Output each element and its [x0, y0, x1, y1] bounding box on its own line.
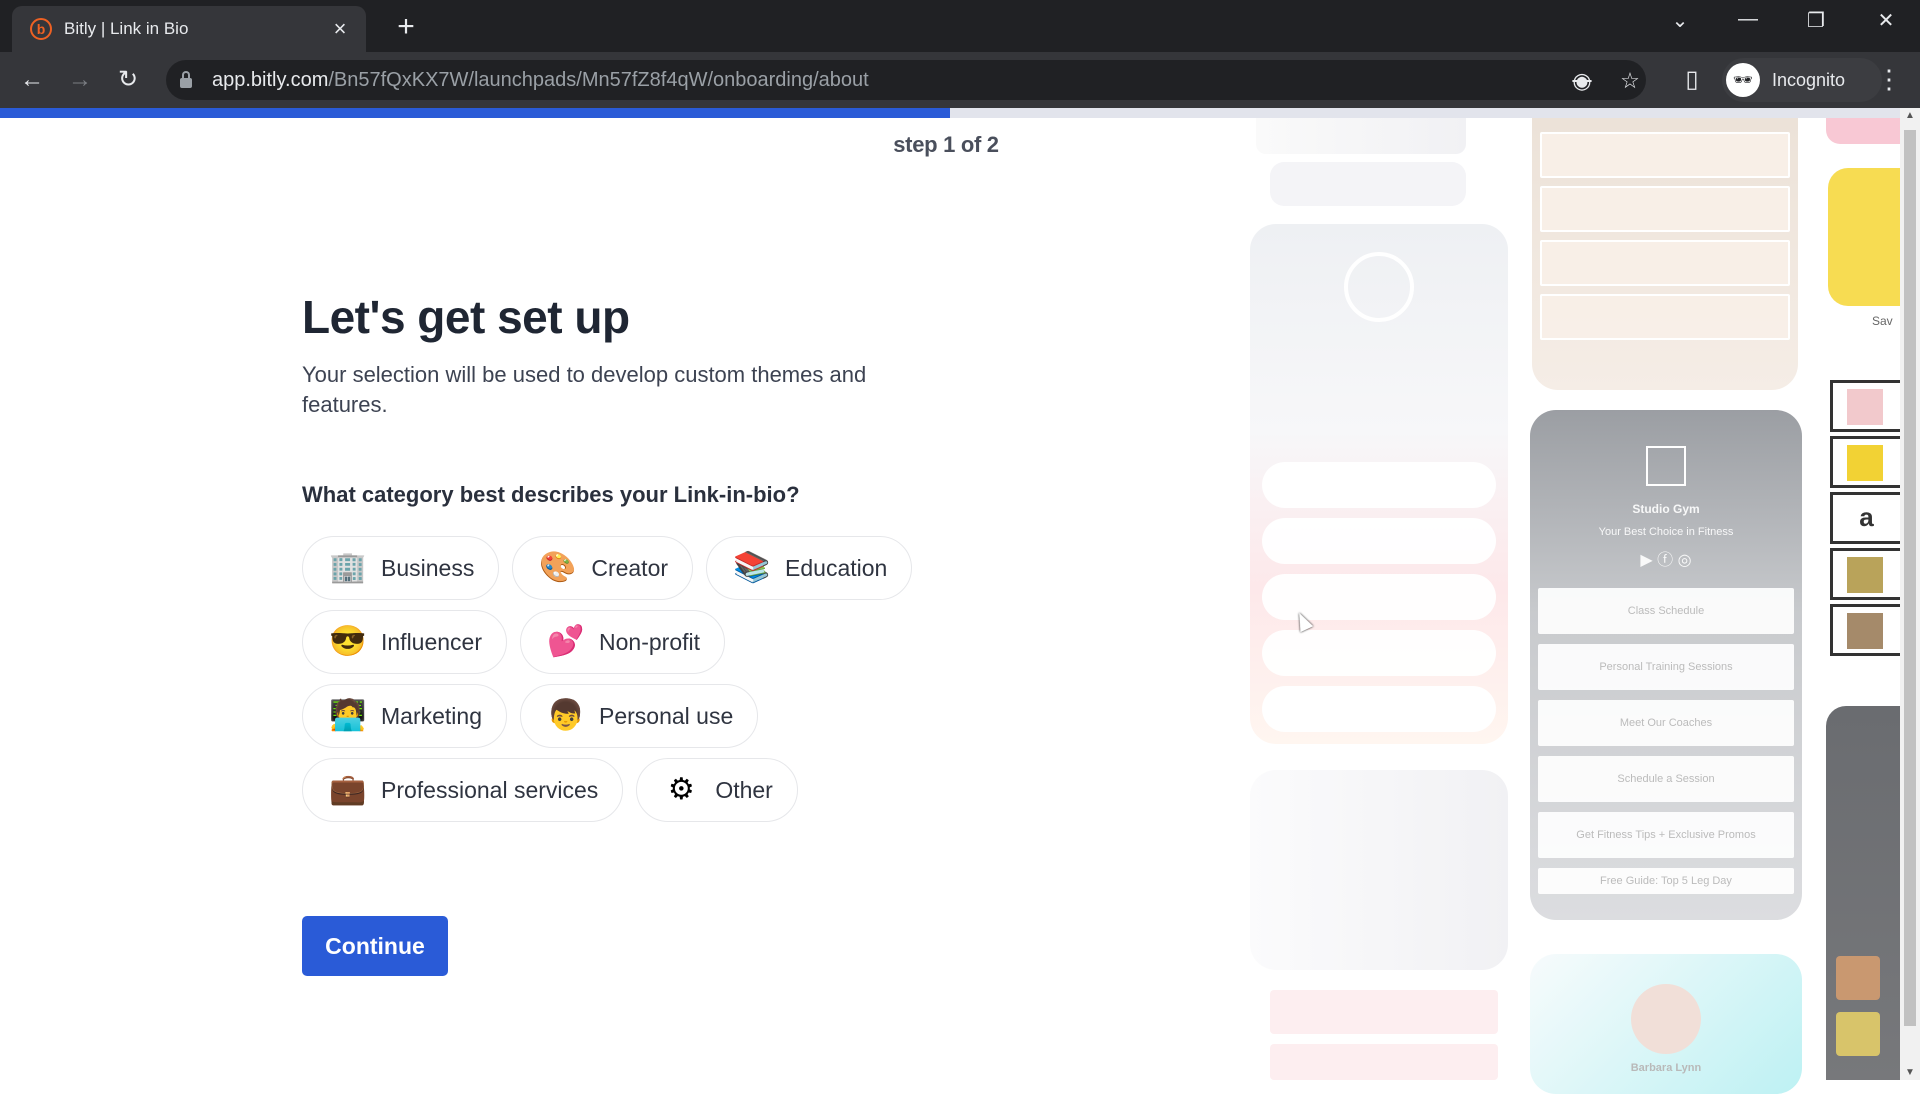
preview-gym-card: Studio Gym Your Best Choice in Fitness ▶…: [1530, 410, 1802, 920]
category-professional-services[interactable]: 💼 Professional services: [302, 758, 624, 822]
incognito-label: Incognito: [1772, 69, 1846, 90]
chip-label: Other: [715, 776, 773, 803]
preview-profile-card: Barbara Lynn: [1530, 954, 1802, 1094]
category-non-profit[interactable]: 💕 Non-profit: [520, 610, 725, 674]
category-influencer[interactable]: 😎 Influencer: [302, 610, 508, 674]
address-bar[interactable]: app.bitly.com/Bn57fQxKX7W/launchpads/Mn5…: [166, 60, 1646, 100]
browser-menu-icon[interactable]: ⋮: [1876, 62, 1902, 96]
artist-palette-icon: 🎨: [539, 551, 577, 584]
gym-title: Studio Gym: [1632, 502, 1700, 516]
url-path: /Bn57fQxKX7W/launchpads/Mn57fZ8f4qW/onbo…: [328, 68, 869, 91]
tab-title: Bitly | Link in Bio: [64, 19, 189, 38]
category-marketing[interactable]: 🧑‍💻 Marketing: [302, 684, 507, 748]
scrollbar-thumb[interactable]: [1904, 130, 1916, 1026]
category-other[interactable]: ⚙ Other: [636, 758, 798, 822]
browser-tab[interactable]: b Bitly | Link in Bio ×: [12, 6, 366, 52]
preview-beige-card: [1532, 118, 1798, 390]
new-tab-button[interactable]: +: [390, 10, 422, 44]
preview-academy-card: [1250, 224, 1508, 744]
page-scrollbar[interactable]: ▲ ▼: [1900, 108, 1920, 1080]
chip-label: Non-profit: [599, 628, 700, 655]
gym-link: Meet Our Coaches: [1538, 700, 1794, 746]
chip-label: Business: [381, 554, 475, 581]
progress-fill: [0, 108, 950, 118]
side-panel-icon[interactable]: ▯: [1676, 64, 1708, 96]
preview-card-fragment: [1270, 162, 1466, 206]
category-education[interactable]: 📚 Education: [706, 536, 913, 600]
forward-button[interactable]: →: [64, 64, 96, 96]
eye-off-icon[interactable]: ◉: [1568, 68, 1596, 94]
preview-card-fragment: [1250, 770, 1508, 970]
two-hearts-icon: 💕: [547, 625, 585, 658]
gym-link: Get Fitness Tips + Exclusive Promos: [1538, 812, 1794, 858]
briefcase-icon: 💼: [329, 773, 367, 806]
browser-toolbar: ← → ↻ app.bitly.com/Bn57fQxKX7W/launchpa…: [0, 52, 1920, 108]
incognito-icon: 🕶: [1726, 63, 1760, 97]
preview-yellow-card: [1828, 168, 1900, 306]
scroll-down-icon[interactable]: ▼: [1904, 1067, 1916, 1078]
category-business[interactable]: 🏢 Business: [302, 536, 500, 600]
books-icon: 📚: [733, 551, 771, 584]
chip-label: Education: [785, 554, 888, 581]
profile-name: Barbara Lynn: [1630, 1062, 1702, 1074]
page-title: Let's get set up: [302, 291, 630, 343]
gym-link: Schedule a Session: [1538, 756, 1794, 802]
preview-dark-card: [1826, 706, 1900, 1080]
category-creator[interactable]: 🎨 Creator: [512, 536, 694, 600]
gear-icon: ⚙: [667, 773, 695, 806]
preview-card-fragment: [1256, 118, 1466, 154]
bitly-favicon-icon: b: [30, 18, 52, 40]
browser-tab-strip: b Bitly | Link in Bio × + ⌄ — ❐ ✕: [0, 0, 1920, 52]
preview-thumb: [1830, 380, 1900, 432]
preview-thumb: [1830, 436, 1900, 488]
bookmark-star-icon[interactable]: ☆: [1616, 68, 1644, 94]
preview-card-fragment: [1826, 118, 1900, 144]
gym-tagline: Your Best Choice in Fitness: [1598, 526, 1734, 538]
preview-card-fragment: [1270, 990, 1498, 1034]
step-indicator: step 1 of 2: [893, 132, 999, 157]
chip-label: Creator: [591, 554, 669, 581]
preview-card-fragment: [1270, 1044, 1498, 1080]
office-building-icon: 🏢: [329, 551, 367, 584]
reload-button[interactable]: ↻: [112, 64, 144, 96]
technologist-icon: 🧑‍💻: [329, 699, 367, 732]
sunglasses-face-icon: 😎: [329, 625, 367, 658]
restore-button[interactable]: ❐: [1796, 8, 1836, 33]
window-close-button[interactable]: ✕: [1866, 8, 1906, 33]
chip-label: Professional services: [381, 776, 599, 803]
preview-thumb: [1830, 604, 1900, 656]
gym-link: Class Schedule: [1538, 588, 1794, 634]
tab-close-icon[interactable]: ×: [328, 16, 352, 42]
social-icons: ▶ ⓕ ◎: [1640, 552, 1692, 569]
gym-link: Free Guide: Top 5 Leg Day: [1538, 868, 1794, 894]
scroll-up-icon[interactable]: ▲: [1904, 110, 1916, 121]
category-options: 🏢 Business 🎨 Creator 📚 Education 😎 Influence…: [302, 536, 942, 832]
preview-thumb: [1830, 548, 1900, 600]
page-subtitle: Your selection will be used to develop c…: [302, 362, 867, 417]
incognito-profile-button[interactable]: 🕶 Incognito: [1722, 58, 1882, 102]
back-button[interactable]: ←: [16, 64, 48, 96]
url-host: app.bitly.com: [212, 68, 329, 91]
onboarding-progress-bar: [0, 108, 1900, 118]
category-personal-use[interactable]: 👦 Personal use: [519, 684, 759, 748]
person-face-icon: 👦: [546, 699, 585, 732]
lock-icon[interactable]: [180, 71, 192, 88]
preview-side-label: Sav: [1872, 314, 1893, 328]
continue-button[interactable]: Continue: [302, 916, 448, 976]
chip-label: Influencer: [381, 628, 483, 655]
category-question: What category best describes your Link-i…: [302, 482, 800, 507]
amazon-icon: a: [1830, 492, 1900, 544]
chip-label: Marketing: [381, 702, 482, 729]
minimize-button[interactable]: —: [1728, 8, 1768, 31]
chip-label: Personal use: [598, 702, 734, 729]
gym-link: Personal Training Sessions: [1538, 644, 1794, 690]
tab-search-icon[interactable]: ⌄: [1660, 8, 1700, 33]
